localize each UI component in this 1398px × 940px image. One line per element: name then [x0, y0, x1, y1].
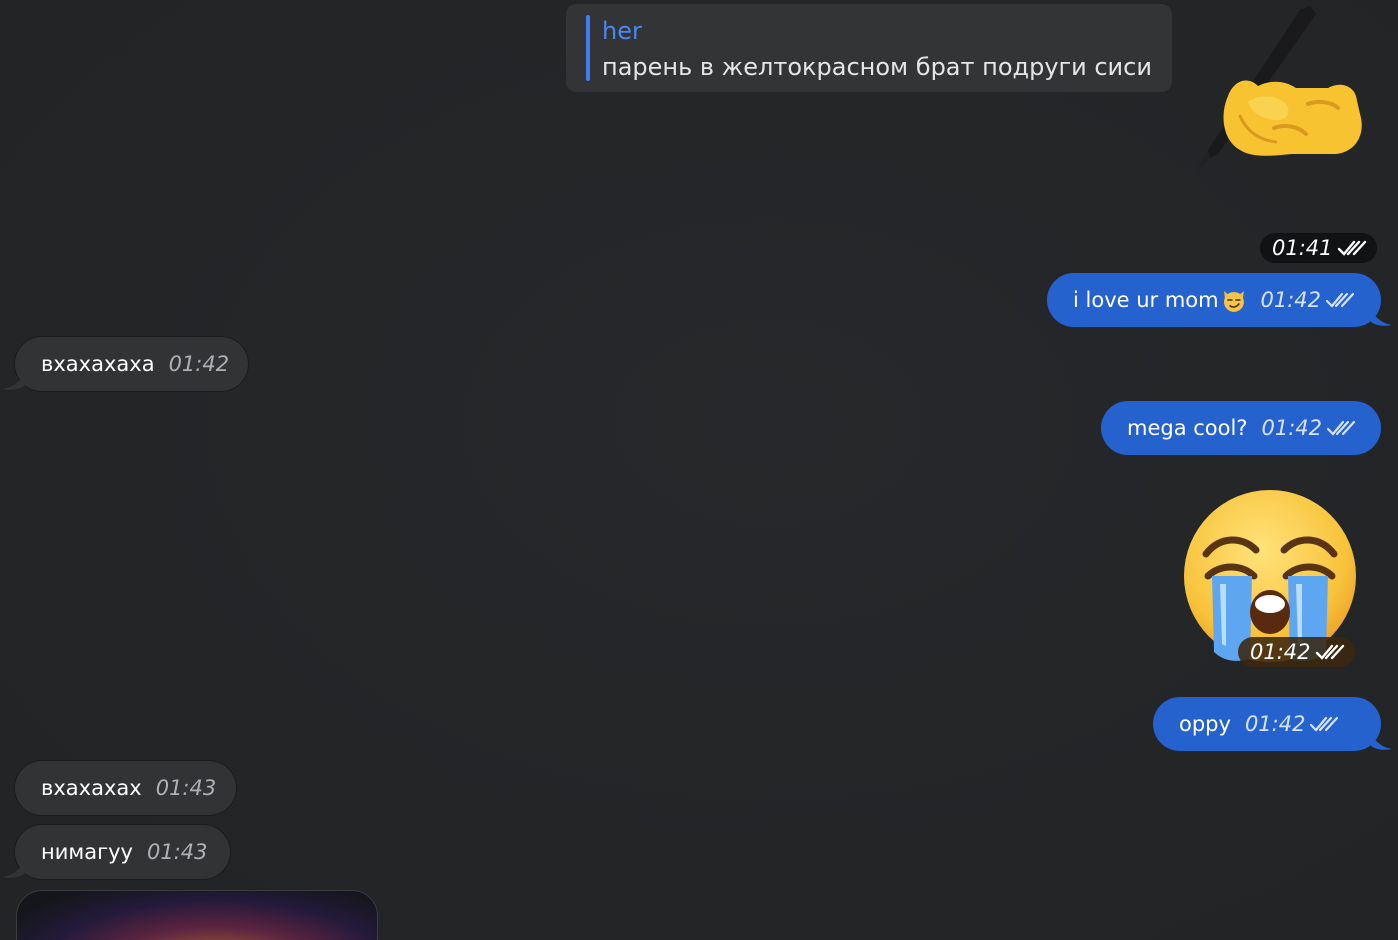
- bubble-tail: [1370, 305, 1392, 326]
- smirking-cat-icon: [1223, 291, 1244, 312]
- message-text: нимагуу: [41, 840, 133, 864]
- message-time: 01:42: [1261, 416, 1323, 440]
- incoming-message[interactable]: вхахахах 01:43: [15, 761, 236, 815]
- message-meta: 01:42: [169, 351, 230, 377]
- image-thumbnail[interactable]: [16, 890, 378, 940]
- bubble-tail: [3, 369, 25, 390]
- double-check-icon: [1310, 716, 1339, 732]
- message-time: 01:42: [1260, 288, 1321, 312]
- message-text: mega cool?: [1127, 416, 1248, 440]
- incoming-message[interactable]: вхахахаха 01:42: [15, 337, 248, 391]
- message-time: 01:41: [1272, 236, 1333, 260]
- message-meta: 01:43: [147, 839, 208, 865]
- bubble-tail: [1370, 729, 1392, 750]
- message-meta: 01:42: [1260, 287, 1355, 313]
- message-text: i love ur mom: [1073, 288, 1219, 312]
- quoted-text: парень в желтокрасном брат подруги сиси: [602, 53, 1152, 81]
- message-meta: 01:43: [156, 775, 217, 801]
- double-check-icon: [1315, 644, 1344, 660]
- sticker-time-pill: 01:42: [1238, 637, 1355, 667]
- message-meta: 01:42: [1261, 415, 1356, 441]
- message-time: 01:43: [146, 840, 208, 864]
- outgoing-message[interactable]: орру 01:42: [1153, 697, 1381, 751]
- sticker-time-pill: 01:41: [1260, 233, 1377, 263]
- message-time: 01:43: [155, 776, 217, 800]
- message-text: вхахахах: [41, 776, 142, 800]
- chat-history[interactable]: her парень в желтокрасном брат подруги с…: [0, 0, 1398, 940]
- message-time: 01:42: [168, 352, 230, 376]
- writing-hand-icon[interactable]: [1188, 4, 1368, 176]
- message-text: вхахахаха: [41, 352, 155, 376]
- double-check-icon: [1326, 420, 1356, 436]
- outgoing-message[interactable]: i love ur mom 01:42: [1047, 273, 1381, 327]
- quoted-author: her: [602, 17, 642, 45]
- double-check-icon: [1325, 292, 1355, 308]
- message-text: орру: [1179, 712, 1231, 736]
- message-time: 01:42: [1244, 712, 1306, 736]
- quote-accent-bar: [586, 15, 590, 81]
- incoming-message[interactable]: нимагуу 01:43: [15, 825, 230, 879]
- message-time: 01:42: [1250, 640, 1311, 664]
- message-meta: 01:42: [1245, 711, 1340, 737]
- bubble-tail: [3, 857, 25, 878]
- outgoing-message[interactable]: mega cool? 01:42: [1101, 401, 1381, 455]
- double-check-icon: [1337, 240, 1366, 256]
- quoted-message-card[interactable]: her парень в желтокрасном брат подруги с…: [566, 4, 1172, 92]
